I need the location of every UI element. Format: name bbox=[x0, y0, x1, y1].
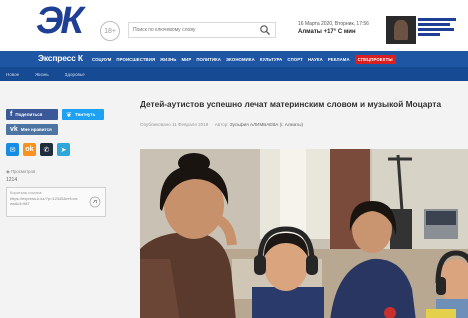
nav-item-0[interactable]: СОЦИУМ bbox=[92, 57, 111, 62]
site-logo[interactable]: ЭК bbox=[34, 0, 94, 46]
nav-item-10[interactable]: СПЕЦПРОЕКТЫ bbox=[354, 54, 396, 64]
views-label: ◉ Просмотров bbox=[6, 169, 36, 174]
promo-image[interactable] bbox=[386, 16, 416, 44]
twitter-share-button[interactable]: ❦ Твитнуть bbox=[62, 109, 104, 120]
vk-share-button[interactable]: vk Мне нравится bbox=[6, 124, 58, 135]
date-weather: 16 Марта 2020, Вторник, 17:56 Алматы +17… bbox=[298, 20, 380, 40]
share-sidebar: f Поделиться ❦ Твитнуть vk Мне нравится … bbox=[6, 103, 112, 233]
nav-items: СОЦИУМ ПРОИСШЕСТВИЯ ЖИЗНЬ МИР ПОЛИТИКА ЭКОНОМ… bbox=[92, 51, 396, 67]
content-area: f Поделиться ❦ Твитнуть vk Мне нравится … bbox=[0, 81, 468, 318]
twitter-share-label: Твитнуть bbox=[74, 112, 96, 117]
subnav-items: Новое Жизнь Здоровье bbox=[6, 67, 85, 81]
article: Детей-аутистов успешно лечат материнским… bbox=[140, 81, 468, 318]
nav-item-2[interactable]: ЖИЗНЬ bbox=[160, 57, 176, 62]
search-box[interactable] bbox=[128, 22, 276, 38]
subnav-item-2[interactable]: Здоровье bbox=[65, 72, 85, 77]
article-photo bbox=[140, 149, 468, 318]
subnav-item-0[interactable]: Новое bbox=[6, 72, 19, 77]
nav-item-9[interactable]: РЕКЛАМА bbox=[328, 57, 350, 62]
facebook-share-button[interactable]: f Поделиться bbox=[6, 109, 58, 120]
weather-city: Алматы bbox=[298, 29, 322, 35]
vk-share-label: Мне нравится bbox=[20, 127, 52, 132]
nav-item-3[interactable]: МИР bbox=[182, 57, 192, 62]
nav-item-4[interactable]: ПОЛИТИКА bbox=[196, 57, 221, 62]
subnav-item-1[interactable]: Жизнь bbox=[35, 72, 49, 77]
short-link-box[interactable]: Короткая ссылка: https://express-k.kz/?p… bbox=[6, 187, 106, 217]
nav-item-1[interactable]: ПРОИСШЕСТВИЯ bbox=[116, 57, 155, 62]
nav-item-8[interactable]: НАУКА bbox=[308, 57, 323, 62]
share-row: f Поделиться ❦ Твитнуть bbox=[6, 109, 104, 120]
share-row-2: vk Мне нравится bbox=[6, 124, 58, 135]
weather-temp: +17° С мин bbox=[323, 29, 356, 35]
twitter-icon: ❦ bbox=[66, 111, 72, 119]
article-byline: Опубликовано 11 Февраля 2019 Автор: Зуль… bbox=[140, 122, 303, 127]
age-rating-badge: 18+ bbox=[100, 21, 120, 41]
views-count: 1214 bbox=[6, 177, 18, 183]
search-input[interactable] bbox=[133, 24, 251, 35]
copy-icon[interactable] bbox=[89, 196, 101, 208]
short-link-url[interactable]: https://express-k.kz/?p=12345&ref=news&i… bbox=[10, 196, 80, 206]
facebook-icon: f bbox=[10, 111, 13, 118]
weather: Алматы +17° С мин bbox=[298, 28, 380, 36]
nav-brand[interactable]: Экспресс К bbox=[38, 53, 83, 63]
article-headline: Детей-аутистов успешно лечат материнским… bbox=[140, 99, 442, 109]
page: ЭК 18+ 16 Марта 2020, Вторник, 17:56 Алм… bbox=[0, 0, 468, 318]
odnoklassniki-icon[interactable]: ok bbox=[23, 143, 36, 156]
sub-nav: Новое Жизнь Здоровье bbox=[0, 67, 468, 81]
site-header: ЭК 18+ 16 Марта 2020, Вторник, 17:56 Алм… bbox=[0, 0, 468, 52]
whatsapp-icon[interactable]: ✆ bbox=[40, 143, 53, 156]
author-label: Автор: bbox=[214, 122, 229, 127]
telegram-icon[interactable]: ➤ bbox=[57, 143, 70, 156]
nav-item-7[interactable]: СПОРТ bbox=[287, 57, 302, 62]
facebook-share-label: Поделиться bbox=[15, 112, 43, 117]
article-author[interactable]: Зульфия АЛИМБАЕВА (г. Алматы) bbox=[230, 122, 303, 127]
promo-portrait bbox=[394, 20, 408, 40]
vk-icon: vk bbox=[10, 126, 18, 133]
photo-illustration bbox=[140, 149, 468, 318]
current-date: 16 Марта 2020, Вторник, 17:56 bbox=[298, 21, 369, 27]
promo-text[interactable] bbox=[418, 16, 460, 44]
main-nav: Экспресс К СОЦИУМ ПРОИСШЕСТВИЯ ЖИЗНЬ МИР ПОЛ… bbox=[0, 51, 468, 67]
search-icon[interactable] bbox=[259, 24, 271, 36]
logo-mark: ЭК bbox=[36, 0, 84, 42]
mail-icon[interactable]: ✉ bbox=[6, 143, 19, 156]
article-date: Опубликовано 11 Февраля 2019 bbox=[140, 122, 209, 127]
nav-item-6[interactable]: КУЛЬТУРА bbox=[260, 57, 283, 62]
nav-item-5[interactable]: ЭКОНОМИКА bbox=[226, 57, 255, 62]
short-link-label: Короткая ссылка: bbox=[10, 190, 43, 195]
messenger-share-row: ✉ ok ✆ ➤ bbox=[6, 143, 70, 156]
